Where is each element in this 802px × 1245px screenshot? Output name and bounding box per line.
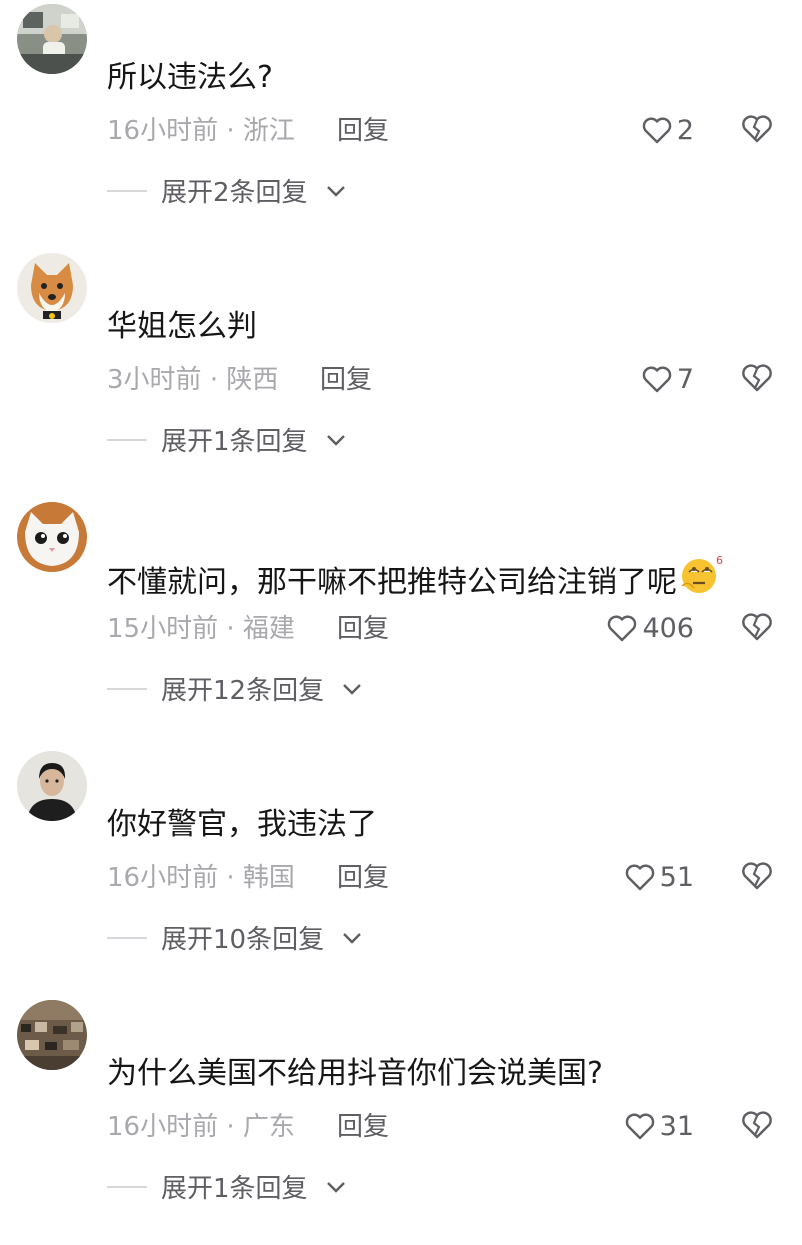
comment-text: 你好警官，我违法了 <box>107 807 377 842</box>
shiba-dog-avatar-icon <box>17 253 87 323</box>
comment-meta: 15小时前 · 福建 <box>107 611 295 647</box>
comment-item: 不懂就问，那干嘛不把推特公司给注销了呢 6 15小时前 · 福建 回复 406 展… <box>0 498 802 747</box>
comment-time: 15小时前 <box>107 614 219 644</box>
heart-icon <box>608 615 637 642</box>
reply-button[interactable]: 回复 <box>337 611 389 647</box>
comment-location: 陕西 <box>226 365 279 395</box>
like-button[interactable]: 7 <box>641 359 694 399</box>
comment-text: 不懂就问，那干嘛不把推特公司给注销了呢 6 <box>107 554 724 611</box>
user-avatar[interactable] <box>17 4 87 74</box>
broken-heart-icon[interactable] <box>740 610 774 644</box>
comment-meta: 16小时前 · 广东 <box>107 1109 295 1145</box>
meta-separator: · <box>209 365 219 395</box>
chevron-down-icon <box>326 434 345 446</box>
divider-line <box>107 936 147 939</box>
expand-replies-button[interactable]: 展开1条回复 <box>107 1168 346 1205</box>
svg-text:6: 6 <box>716 554 723 567</box>
like-button[interactable]: 406 <box>606 608 694 648</box>
comment-meta: 3小时前 · 陕西 <box>107 362 278 398</box>
comment-time: 3小时前 <box>107 365 202 395</box>
man-portrait-avatar-icon <box>17 751 87 821</box>
like-count: 406 <box>642 612 694 644</box>
crowd-photo-avatar-icon <box>17 1000 87 1070</box>
like-button[interactable]: 51 <box>624 857 694 897</box>
user-avatar[interactable] <box>17 502 87 572</box>
like-count: 31 <box>659 1110 694 1142</box>
person-at-desk-avatar-icon <box>17 4 87 74</box>
meta-separator: · <box>226 614 235 644</box>
heart-icon <box>625 864 654 891</box>
chevron-down-icon <box>326 185 345 197</box>
expand-replies-button[interactable]: 展开12条回复 <box>107 670 362 707</box>
reply-button[interactable]: 回复 <box>337 1109 389 1145</box>
expand-replies-button[interactable]: 展开1条回复 <box>107 421 346 458</box>
comment-text: 华姐怎么判 <box>107 309 257 344</box>
heart-icon <box>625 1113 654 1140</box>
comment-location: 韩国 <box>242 863 295 893</box>
chevron-down-icon <box>343 683 361 695</box>
comment-text: 为什么美国不给用抖音你们会说美国? <box>107 1056 603 1091</box>
divider-line <box>107 189 147 192</box>
comment-time: 16小时前 <box>107 1112 219 1142</box>
comment-item: 华姐怎么判 3小时前 · 陕西 回复 7 展开1条回复 <box>0 249 802 498</box>
meta-separator: · <box>226 863 235 893</box>
broken-heart-icon[interactable] <box>740 1108 774 1142</box>
comment-time: 16小时前 <box>107 116 219 146</box>
divider-line <box>107 438 147 441</box>
reply-button[interactable]: 回复 <box>320 362 372 398</box>
comment-text-content: 不懂就问，那干嘛不把推特公司给注销了呢 <box>107 565 677 600</box>
divider-line <box>107 687 147 690</box>
comment-meta: 16小时前 · 浙江 <box>107 113 295 149</box>
chevron-down-icon <box>343 932 361 944</box>
expand-replies-label: 展开12条回复 <box>161 676 325 706</box>
heart-icon <box>642 366 672 393</box>
user-avatar[interactable] <box>17 1000 87 1070</box>
broken-heart-icon[interactable] <box>740 361 774 395</box>
user-avatar[interactable] <box>17 751 87 821</box>
meta-separator: · <box>226 1112 235 1142</box>
comment-location: 浙江 <box>242 116 295 146</box>
comment-location: 福建 <box>242 614 295 644</box>
broken-heart-icon[interactable] <box>740 112 774 146</box>
like-count: 51 <box>659 861 694 893</box>
user-avatar[interactable] <box>17 253 87 323</box>
reply-button[interactable]: 回复 <box>337 860 389 896</box>
expand-replies-label: 展开1条回复 <box>161 1174 308 1204</box>
like-button[interactable]: 2 <box>641 110 694 150</box>
comment-text: 所以违法么? <box>107 60 273 95</box>
expand-replies-label: 展开10条回复 <box>161 925 325 955</box>
comment-time: 16小时前 <box>107 863 219 893</box>
comment-meta: 16小时前 · 韩国 <box>107 860 295 896</box>
comment-location: 广东 <box>242 1112 295 1142</box>
chevron-down-icon <box>326 1181 345 1193</box>
expand-replies-button[interactable]: 展开2条回复 <box>107 172 346 209</box>
broken-heart-icon[interactable] <box>740 859 774 893</box>
heart-icon <box>642 117 672 144</box>
white-cat-avatar-icon <box>17 502 87 572</box>
meta-separator: · <box>226 116 235 146</box>
like-button[interactable]: 31 <box>624 1106 694 1146</box>
divider-line <box>107 1185 147 1188</box>
reply-button[interactable]: 回复 <box>337 113 389 149</box>
eye-roll-emoji-icon: 6 <box>678 552 724 607</box>
comment-item: 你好警官，我违法了 16小时前 · 韩国 回复 51 展开10条回复 <box>0 747 802 996</box>
comment-item: 所以违法么? 16小时前 · 浙江 回复 2 展开2条回复 <box>0 0 802 249</box>
expand-replies-label: 展开1条回复 <box>161 427 308 457</box>
expand-replies-button[interactable]: 展开10条回复 <box>107 919 362 956</box>
comment-item: 为什么美国不给用抖音你们会说美国? 16小时前 · 广东 回复 31 展开1条回… <box>0 996 802 1245</box>
expand-replies-label: 展开2条回复 <box>161 178 308 208</box>
like-count: 7 <box>676 363 694 395</box>
like-count: 2 <box>676 114 694 146</box>
